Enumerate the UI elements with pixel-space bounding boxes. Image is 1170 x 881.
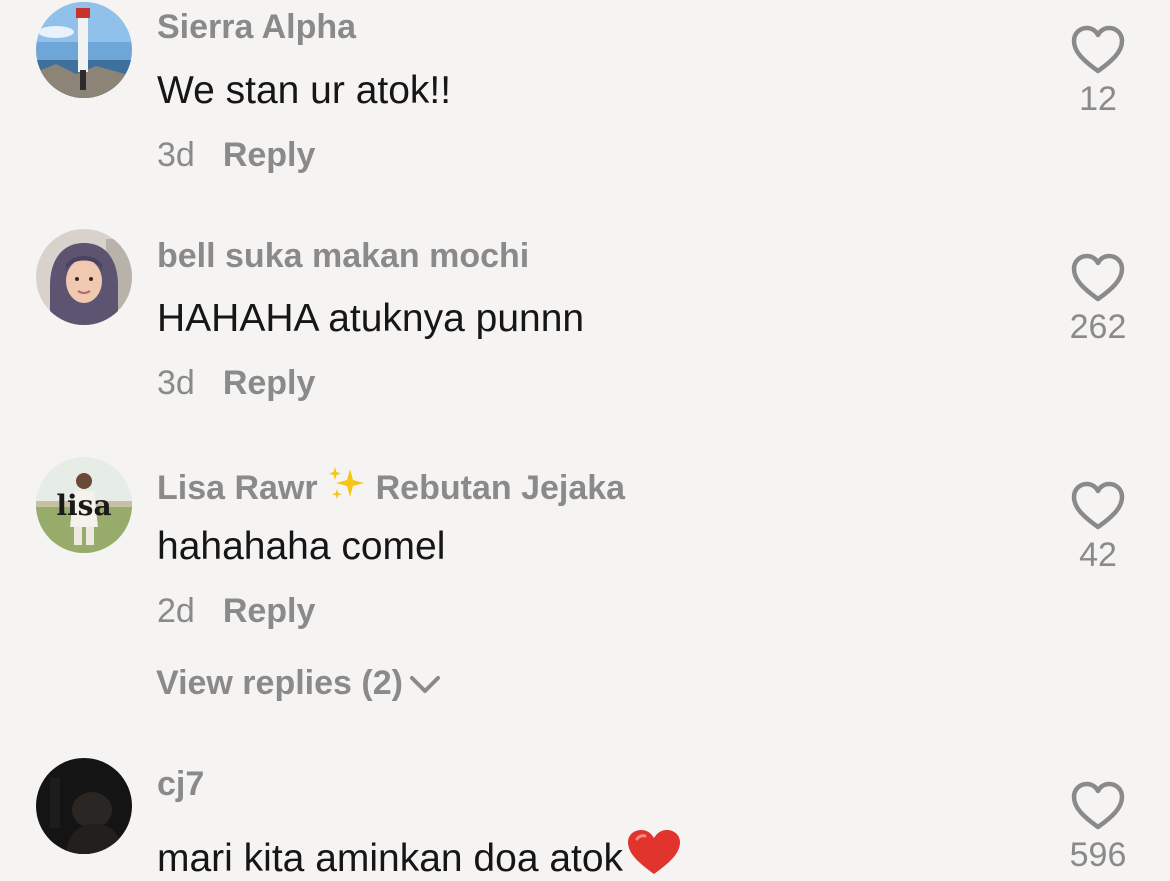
like-count: 596 (1069, 836, 1127, 874)
avatar-text: lisa (56, 489, 111, 522)
like-group: 596 (1050, 780, 1146, 875)
view-replies-button[interactable]: View replies (2) (156, 664, 441, 703)
user-avatar[interactable] (36, 2, 132, 98)
reply-button[interactable]: Reply (223, 592, 316, 630)
comment-time: 3d (157, 136, 195, 174)
comment-username[interactable]: Sierra Alpha (157, 8, 356, 47)
like-group: 42 (1050, 480, 1146, 575)
avatar-dark-photo (36, 758, 132, 854)
comment-text: mari kita aminkan doa atok (157, 827, 683, 881)
sparkles-emoji (328, 467, 364, 499)
avatar-lighthouse-photo (36, 2, 132, 98)
reply-button[interactable]: Reply (223, 136, 316, 174)
avatar-hijab-portrait (36, 229, 132, 325)
username-part: Lisa Rawr (157, 469, 318, 507)
comment-time: 2d (157, 592, 195, 630)
comment-meta: 3d Reply (157, 136, 315, 175)
heart-outline-icon[interactable] (1070, 252, 1126, 304)
comment-text: hahahaha comel (157, 525, 446, 568)
avatar-lisa-photo: lisa (36, 457, 132, 553)
user-avatar[interactable] (36, 229, 132, 325)
view-replies-label: View replies (2) (156, 664, 403, 702)
username-part: Rebutan Jejaka (375, 469, 626, 507)
comment-time: 3d (157, 364, 195, 402)
comment-meta: 2d Reply (157, 592, 315, 631)
user-avatar[interactable]: lisa (36, 457, 132, 553)
comment-text: We stan ur atok!! (157, 69, 452, 112)
heart-outline-icon[interactable] (1070, 24, 1126, 76)
heart-outline-icon[interactable] (1070, 780, 1126, 832)
heart-outline-icon[interactable] (1070, 480, 1126, 532)
like-count: 262 (1069, 308, 1127, 346)
comment-username[interactable]: Lisa Rawr Rebutan Jejaka (157, 465, 625, 508)
user-avatar[interactable] (36, 758, 132, 854)
like-group: 262 (1050, 252, 1146, 347)
comment-username[interactable]: bell suka makan mochi (157, 237, 529, 276)
like-count: 12 (1079, 80, 1117, 118)
like-count: 42 (1079, 536, 1117, 574)
comment-meta: 3d Reply (157, 364, 315, 403)
red-heart-emoji (628, 830, 681, 874)
reply-button[interactable]: Reply (223, 364, 316, 402)
chevron-down-icon (409, 676, 440, 694)
comment-text: HAHAHA atuknya punnn (157, 297, 585, 340)
like-group: 12 (1050, 24, 1146, 119)
comment-username[interactable]: cj7 (157, 765, 204, 804)
